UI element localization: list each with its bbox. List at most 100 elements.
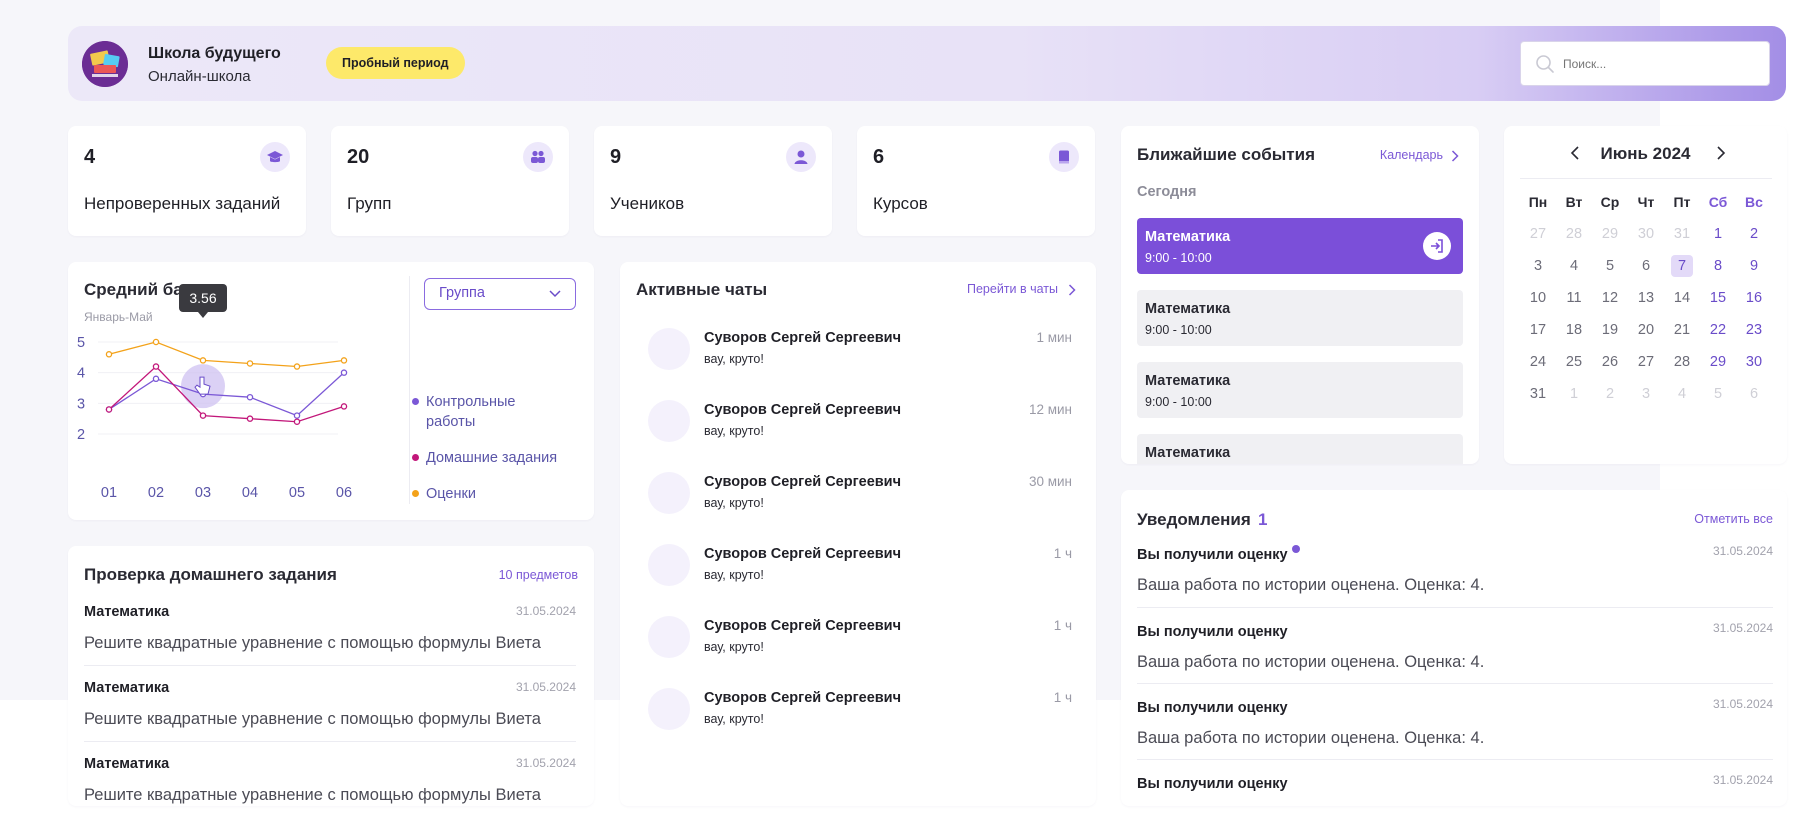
calendar-day[interactable]: 23 [1736, 314, 1772, 346]
group-icon [523, 142, 553, 172]
calendar-day[interactable]: 27 [1520, 218, 1556, 250]
calendar-day[interactable]: 6 [1736, 378, 1772, 410]
calendar-day[interactable]: 3 [1628, 378, 1664, 410]
weekday-row: Пн Вт Ср Чт Пт Сб Вс [1520, 186, 1772, 218]
event-item[interactable]: Математика 9:00 - 10:00 [1137, 290, 1463, 346]
stat-card-unchecked[interactable]: 4 Непроверенных заданий [68, 126, 306, 236]
stat-card-courses[interactable]: 6 Курсов [857, 126, 1095, 236]
chevron-right-icon[interactable] [1451, 150, 1459, 162]
chat-item[interactable]: Суворов Сергей Сергеевич вау, круто! 1 м… [648, 328, 1072, 372]
join-icon[interactable] [1423, 232, 1451, 260]
stat-card-students[interactable]: 9 Учеников [594, 126, 832, 236]
event-item[interactable]: Математика [1137, 434, 1463, 464]
avatar [648, 472, 690, 514]
calendar-day[interactable]: 2 [1592, 378, 1628, 410]
calendar-day[interactable]: 1 [1556, 378, 1592, 410]
go-to-chats-link[interactable]: Перейти в чаты [967, 282, 1058, 296]
chat-item[interactable]: Суворов Сергей Сергеевич вау, круто! 1 ч [648, 544, 1072, 588]
notification-date: 31.05.2024 [1712, 773, 1773, 787]
homework-count-link[interactable]: 10 предметов [499, 568, 578, 582]
calendar-day[interactable]: 18 [1556, 314, 1592, 346]
data-point [152, 363, 160, 370]
calendar-day[interactable]: 12 [1592, 282, 1628, 314]
avatar [648, 400, 690, 442]
homework-item[interactable]: Математика 31.05.2024 Решите квадратные … [84, 680, 576, 729]
calendar-day[interactable]: 5 [1700, 378, 1736, 410]
legend-item-tests[interactable]: Контрольные работы [412, 392, 566, 432]
unread-dot [1291, 545, 1300, 553]
calendar-day[interactable]: 27 [1628, 346, 1664, 378]
calendar-link[interactable]: Календарь [1380, 148, 1443, 162]
chat-item[interactable]: Суворов Сергей Сергеевич вау, круто! 12 … [648, 400, 1072, 444]
homework-item[interactable]: Математика 31.05.2024 Решите квадратные … [84, 756, 576, 805]
book-icon [1049, 142, 1079, 172]
calendar-day[interactable]: 31 [1664, 218, 1700, 250]
homework-text: Решите квадратные уравнение с помощью фо… [84, 634, 541, 652]
calendar-day[interactable]: 29 [1592, 218, 1628, 250]
legend-item-grades[interactable]: Оценки [412, 484, 476, 504]
notification-item[interactable]: Вы получили оценку 31.05.2024 [1137, 773, 1773, 793]
chevron-left-icon[interactable] [1570, 146, 1580, 160]
user-icon [786, 142, 816, 172]
calendar-day[interactable]: 11 [1556, 282, 1592, 314]
calendar-day[interactable]: 20 [1628, 314, 1664, 346]
calendar-day[interactable]: 22 [1700, 314, 1736, 346]
homework-date: 31.05.2024 [515, 604, 576, 618]
calendar-day[interactable]: 14 [1664, 282, 1700, 314]
calendar-day[interactable]: 3 [1520, 250, 1556, 282]
event-item-active[interactable]: Математика 9:00 - 10:00 [1137, 218, 1463, 274]
weekday: Вс [1745, 194, 1763, 210]
calendar-day[interactable]: 10 [1520, 282, 1556, 314]
group-select[interactable]: Группа [424, 278, 576, 310]
calendar-day[interactable]: 19 [1592, 314, 1628, 346]
notification-item[interactable]: Вы получили оценку 31.05.2024 Ваша работ… [1137, 621, 1773, 672]
calendar-day[interactable]: 4 [1556, 250, 1592, 282]
stat-card-groups[interactable]: 20 Групп [331, 126, 569, 236]
calendar-day[interactable]: 30 [1628, 218, 1664, 250]
calendar-day[interactable]: 29 [1700, 346, 1736, 378]
chevron-right-icon[interactable] [1068, 284, 1076, 296]
weekday: Пт [1673, 194, 1691, 210]
legend-item-homework[interactable]: Домашние задания [412, 448, 557, 468]
chat-item[interactable]: Суворов Сергей Сергеевич вау, круто! 1 ч [648, 688, 1072, 732]
homework-item[interactable]: Математика 31.05.2024 Решите квадратные … [84, 604, 576, 653]
calendar-day[interactable]: 21 [1664, 314, 1700, 346]
calendar-day[interactable]: 24 [1520, 346, 1556, 378]
weekday: Пн [1528, 194, 1548, 210]
calendar-day[interactable]: 13 [1628, 282, 1664, 314]
chevron-right-icon[interactable] [1716, 146, 1726, 160]
avatar [648, 328, 690, 370]
calendar-day[interactable]: 15 [1700, 282, 1736, 314]
notification-item[interactable]: Вы получили оценку 31.05.2024 Ваша работ… [1137, 544, 1773, 595]
data-point [152, 375, 160, 383]
calendar-day[interactable]: 4 [1664, 378, 1700, 410]
notification-title: Вы получили оценку [1137, 776, 1288, 792]
calendar-day[interactable]: 7 [1664, 250, 1700, 282]
calendar-day[interactable]: 9 [1736, 250, 1772, 282]
calendar-day[interactable]: 30 [1736, 346, 1772, 378]
calendar-day[interactable]: 26 [1592, 346, 1628, 378]
trial-badge[interactable]: Пробный период [326, 47, 465, 79]
notification-item[interactable]: Вы получили оценку 31.05.2024 Ваша работ… [1137, 697, 1773, 748]
calendar-day[interactable]: 31 [1520, 378, 1556, 410]
calendar-day[interactable]: 1 [1700, 218, 1736, 250]
school-name: Школа будущего [148, 45, 281, 62]
search-input[interactable] [1563, 52, 1753, 76]
stat-label: Групп [347, 194, 392, 213]
calendar-day[interactable]: 16 [1736, 282, 1772, 314]
chat-item[interactable]: Суворов Сергей Сергеевич вау, круто! 30 … [648, 472, 1072, 516]
calendar-day[interactable]: 28 [1556, 218, 1592, 250]
event-item[interactable]: Математика 9:00 - 10:00 [1137, 362, 1463, 418]
calendar-day[interactable]: 6 [1628, 250, 1664, 282]
calendar-day[interactable]: 17 [1520, 314, 1556, 346]
calendar-day[interactable]: 8 [1700, 250, 1736, 282]
calendar-day[interactable]: 28 [1664, 346, 1700, 378]
calendar-day[interactable]: 5 [1592, 250, 1628, 282]
school-logo[interactable] [82, 41, 128, 87]
calendar-day[interactable]: 2 [1736, 218, 1772, 250]
calendar-day[interactable]: 25 [1556, 346, 1592, 378]
search-box[interactable] [1520, 41, 1770, 86]
mark-all-link[interactable]: Отметить все [1694, 512, 1773, 526]
chat-item[interactable]: Суворов Сергей Сергеевич вау, круто! 1 ч [648, 616, 1072, 660]
chat-message: вау, круто! [704, 712, 764, 726]
